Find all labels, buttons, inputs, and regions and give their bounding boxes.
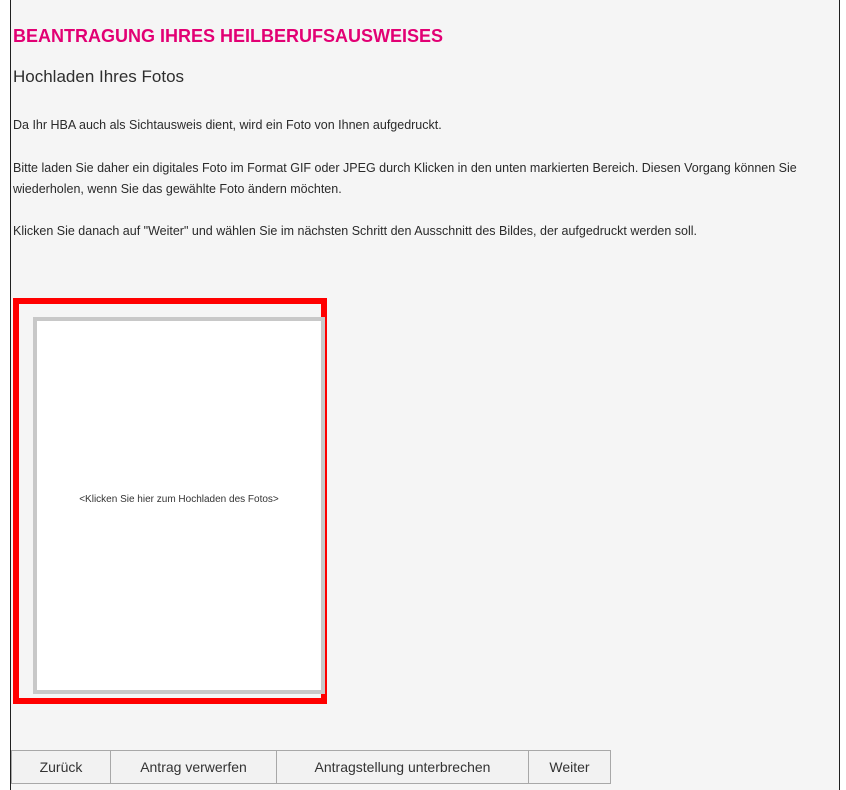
instruction-text-1: Da Ihr HBA auch als Sichtausweis dient, … (13, 118, 442, 132)
discard-application-button[interactable]: Antrag verwerfen (111, 750, 277, 784)
page-title: BEANTRAGUNG IHRES HEILBERUFSAUSWEISES (13, 26, 444, 46)
photo-upload-area[interactable]: <Klicken Sie hier zum Hochladen des Foto… (33, 317, 325, 694)
back-button[interactable]: Zurück (11, 750, 111, 784)
pause-application-button[interactable]: Antragstellung unterbrechen (277, 750, 529, 784)
instruction-text-2: Bitte laden Sie daher ein digitales Foto… (13, 161, 797, 196)
next-button[interactable]: Weiter (529, 750, 611, 784)
upload-highlight-frame: <Klicken Sie hier zum Hochladen des Foto… (13, 298, 327, 704)
instruction-text-3: Klicken Sie danach auf "Weiter" und wähl… (13, 224, 698, 238)
page-subtitle: Hochladen Ihres Fotos (13, 67, 185, 86)
upload-label: <Klicken Sie hier zum Hochladen des Foto… (79, 494, 279, 505)
button-bar: Zurück Antrag verwerfen Antragstellung u… (11, 750, 611, 784)
